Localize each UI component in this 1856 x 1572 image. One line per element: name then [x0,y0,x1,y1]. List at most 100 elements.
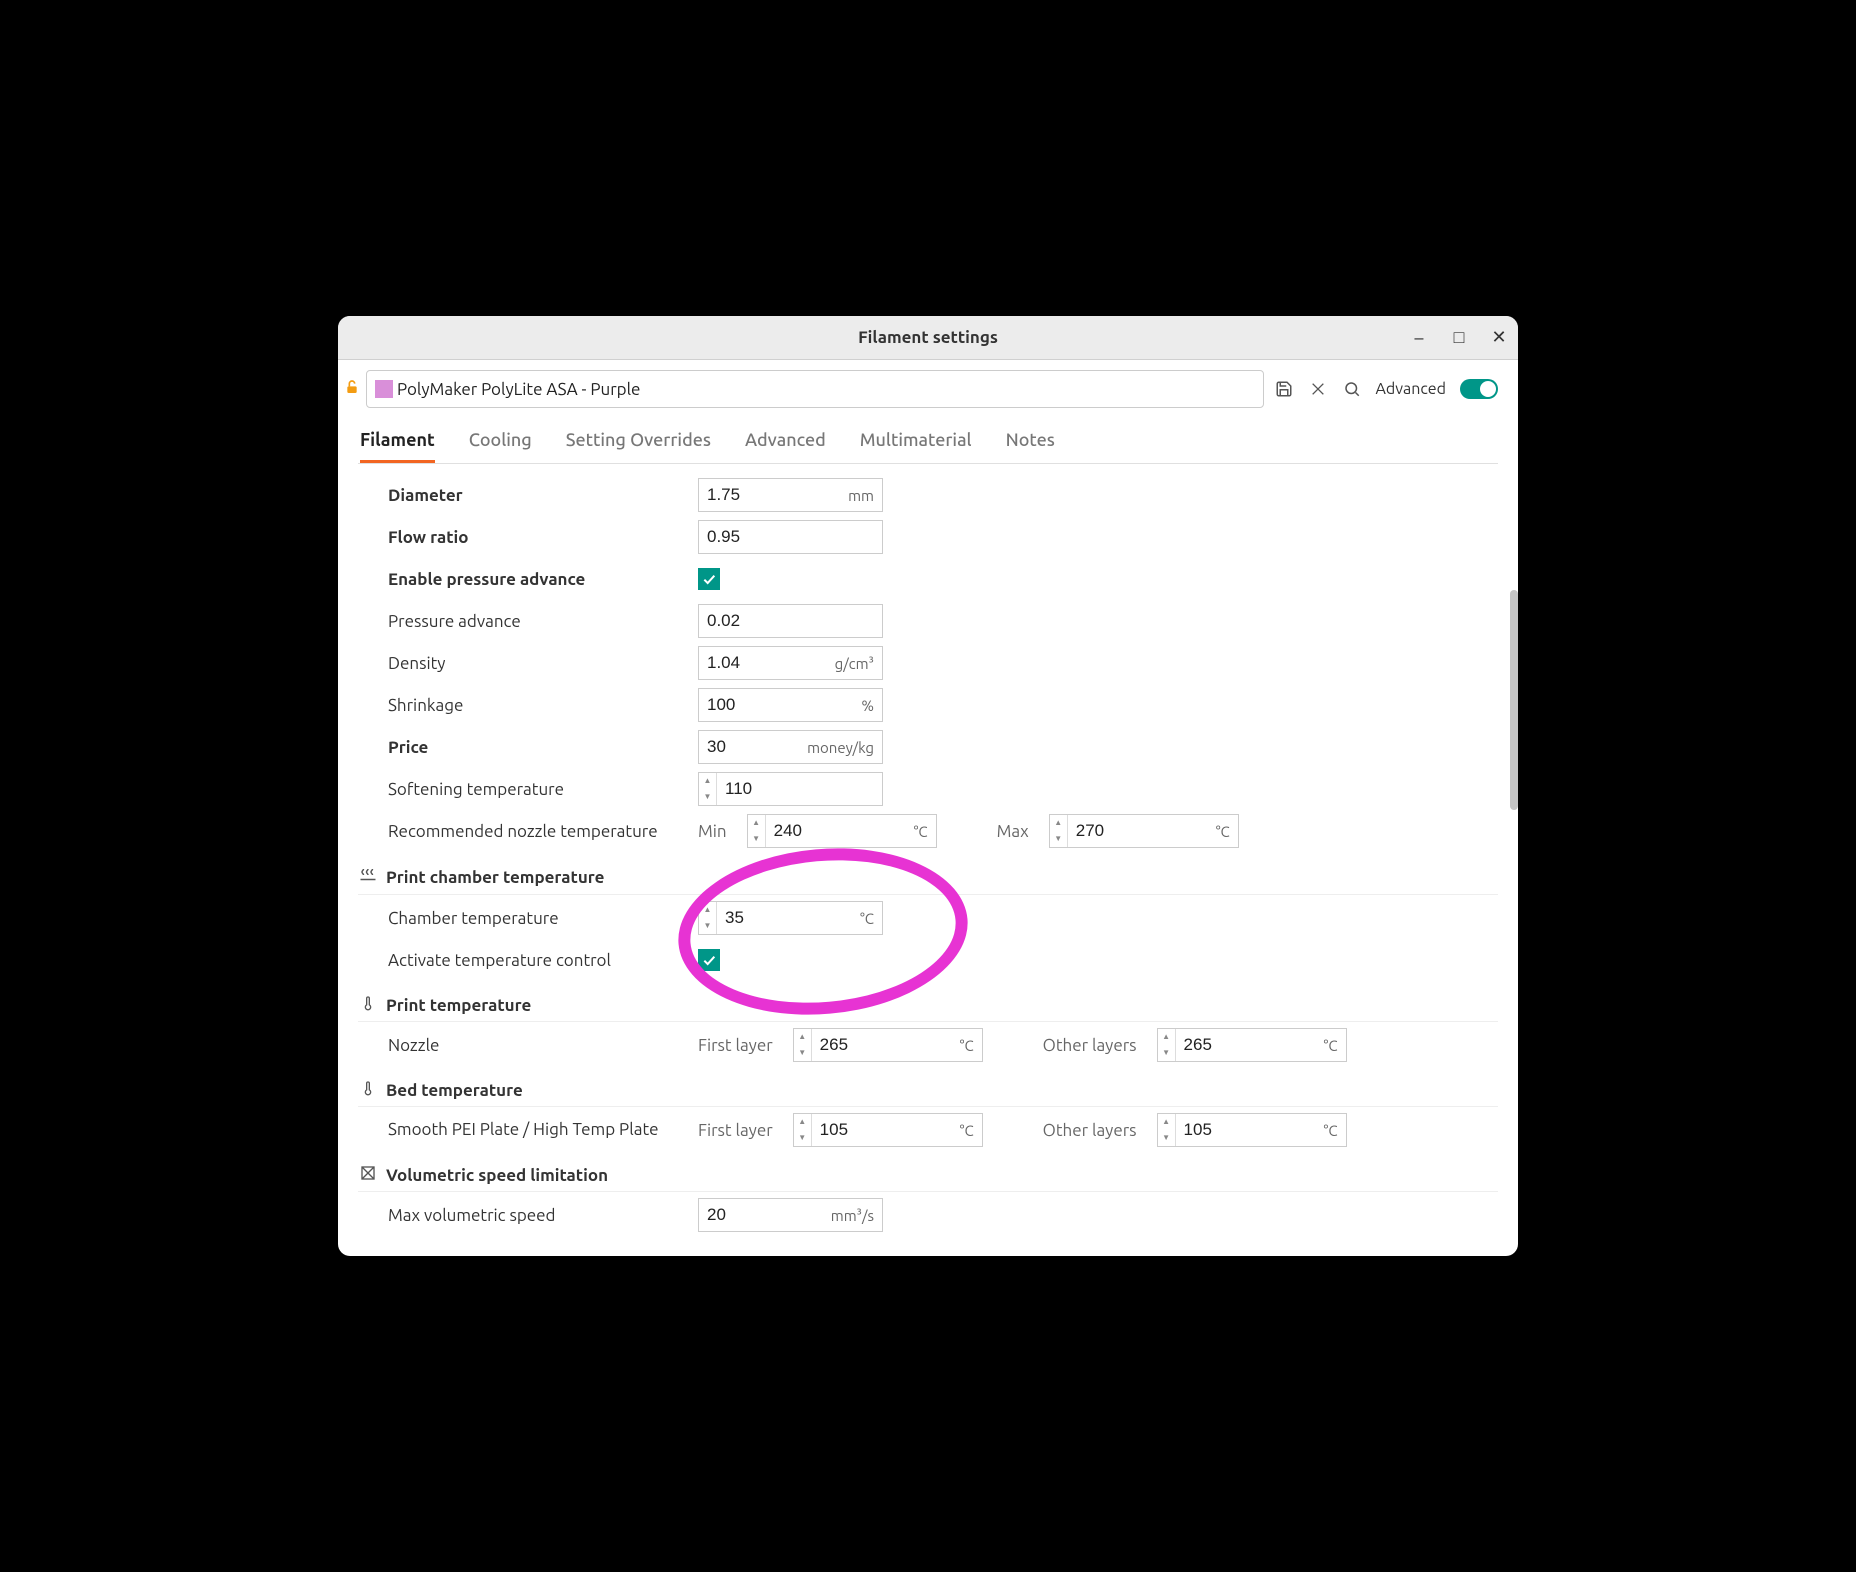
price-input[interactable] [699,737,807,757]
softening-label: Softening temperature [388,780,698,799]
price-label: Price [388,738,698,757]
flow-ratio-input[interactable] [699,527,882,547]
enable-pa-label: Enable pressure advance [388,570,698,589]
nozzle-label: Nozzle [388,1036,698,1055]
activate-tc-checkbox[interactable] [698,949,720,971]
unit-degc: °C [860,910,882,927]
diameter-input[interactable] [699,485,848,505]
first-layer-label: First layer [698,1036,773,1055]
section-bed-label: Bed temperature [386,1081,523,1100]
section-print-label: Print temperature [386,996,531,1015]
rec-min-spinner[interactable]: ▲▼ [748,815,766,847]
scrollbar-thumb[interactable] [1510,590,1518,810]
titlebar: Filament settings – □ ✕ [338,316,1518,360]
tab-cooling[interactable]: Cooling [469,430,532,463]
unit-mm3s: mm³/s [831,1207,882,1224]
other-layers-label: Other layers [1043,1121,1137,1140]
unit-degc: °C [960,1037,982,1054]
bed-first-input[interactable] [812,1120,960,1140]
activate-tc-label: Activate temperature control [388,951,698,970]
rec-max-input[interactable] [1068,821,1216,841]
bed-other-field[interactable]: ▲▼ °C [1157,1113,1347,1147]
softening-spinner[interactable]: ▲▼ [699,773,717,805]
unit-pct: % [861,697,882,714]
thermometer-icon [358,1080,378,1100]
tab-filament[interactable]: Filament [360,430,435,463]
max-label: Max [997,822,1029,841]
shrinkage-field[interactable]: % [698,688,883,722]
unit-gcm3: g/cm³ [835,655,882,672]
close-button[interactable]: ✕ [1488,327,1510,348]
pa-input[interactable] [699,611,882,631]
heat-icon [358,866,378,888]
nozzle-first-spinner[interactable]: ▲▼ [794,1029,812,1061]
scrollbar[interactable] [1508,590,1518,1236]
softening-field[interactable]: ▲▼ [698,772,883,806]
diameter-label: Diameter [388,486,698,505]
thermometer-icon [358,995,378,1015]
unit-degc: °C [1216,823,1238,840]
shrinkage-label: Shrinkage [388,696,698,715]
maximize-button[interactable]: □ [1448,327,1470,348]
bed-first-field[interactable]: ▲▼ °C [793,1113,983,1147]
price-field[interactable]: money/kg [698,730,883,764]
max-vol-input[interactable] [699,1205,831,1225]
tab-advanced[interactable]: Advanced [745,430,826,463]
section-chamber-temperature: Print chamber temperature [358,866,1498,895]
tab-notes[interactable]: Notes [1006,430,1055,463]
search-icon[interactable] [1342,379,1362,399]
nozzle-other-input[interactable] [1176,1035,1324,1055]
minimize-button[interactable]: – [1408,328,1430,348]
min-label: Min [698,822,727,841]
nozzle-other-spinner[interactable]: ▲▼ [1158,1029,1176,1061]
pa-label: Pressure advance [388,612,698,631]
density-label: Density [388,654,698,673]
nozzle-other-field[interactable]: ▲▼ °C [1157,1028,1347,1062]
section-vol-label: Volumetric speed limitation [386,1166,608,1185]
enable-pa-checkbox[interactable] [698,568,720,590]
settings-tabs: Filament Cooling Setting Overrides Advan… [358,430,1498,464]
grid-icon [358,1165,378,1185]
rec-max-field[interactable]: ▲▼ °C [1049,814,1239,848]
chamber-temp-field[interactable]: ▲▼ °C [698,901,883,935]
bed-other-spinner[interactable]: ▲▼ [1158,1114,1176,1146]
unit-degc: °C [1324,1122,1346,1139]
rec-min-field[interactable]: ▲▼ °C [747,814,937,848]
flow-ratio-label: Flow ratio [388,528,698,547]
section-chamber-label: Print chamber temperature [386,868,604,887]
advanced-toggle[interactable] [1460,379,1498,399]
softening-input[interactable] [717,779,882,799]
rec-nozzle-label: Recommended nozzle temperature [388,822,698,841]
density-input[interactable] [699,653,835,673]
save-icon[interactable] [1274,379,1294,399]
flow-ratio-field[interactable] [698,520,883,554]
unit-degc: °C [960,1122,982,1139]
nozzle-first-field[interactable]: ▲▼ °C [793,1028,983,1062]
smooth-pei-label: Smooth PEI Plate / High Temp Plate [388,1116,698,1144]
unit-degc: °C [914,823,936,840]
max-vol-label: Max volumetric speed [388,1206,698,1225]
advanced-label: Advanced [1376,380,1446,398]
unit-degc: °C [1324,1037,1346,1054]
chamber-temp-input[interactable] [717,908,860,928]
delete-icon[interactable] [1308,379,1328,399]
density-field[interactable]: g/cm³ [698,646,883,680]
unit-mm: mm [848,487,882,504]
chamber-spinner[interactable]: ▲▼ [699,902,717,934]
pa-field[interactable] [698,604,883,638]
unlock-icon[interactable] [344,379,360,399]
rec-max-spinner[interactable]: ▲▼ [1050,815,1068,847]
nozzle-first-input[interactable] [812,1035,960,1055]
section-bed-temperature: Bed temperature [358,1080,1498,1107]
rec-min-input[interactable] [766,821,914,841]
bed-first-spinner[interactable]: ▲▼ [794,1114,812,1146]
filament-color-swatch [375,380,393,398]
tab-setting-overrides[interactable]: Setting Overrides [566,430,711,463]
shrinkage-input[interactable] [699,695,861,715]
tab-multimaterial[interactable]: Multimaterial [860,430,972,463]
section-print-temperature: Print temperature [358,995,1498,1022]
diameter-field[interactable]: mm [698,478,883,512]
bed-other-input[interactable] [1176,1120,1324,1140]
max-vol-field[interactable]: mm³/s [698,1198,883,1232]
preset-select[interactable]: PolyMaker PolyLite ASA - Purple [366,370,1264,408]
